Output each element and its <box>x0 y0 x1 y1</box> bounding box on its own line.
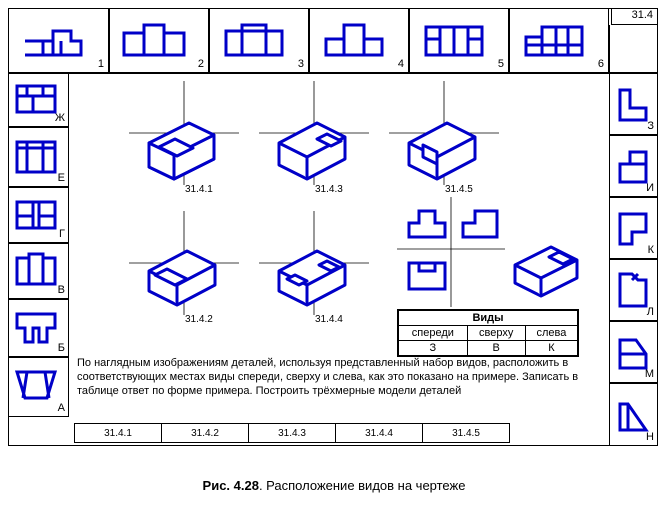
ans-h1: 31.4.1 <box>75 424 162 443</box>
right-letter-k: К <box>648 245 654 256</box>
views-title: Виды <box>399 311 578 326</box>
iso-2-icon <box>139 245 229 315</box>
iso-3-icon <box>269 117 359 187</box>
ans-h3: 31.4.3 <box>249 424 336 443</box>
left-shape-g-icon <box>13 194 61 234</box>
right-shape-n-icon <box>614 392 654 436</box>
left-letter-g: Г <box>59 229 65 240</box>
left-shape-zh-icon <box>13 78 61 118</box>
top-num-5: 5 <box>498 59 504 70</box>
task-text: По наглядным изображениям деталей, испол… <box>77 357 579 398</box>
answer-table: 31.4.1 31.4.2 31.4.3 31.4.4 31.4.5 <box>74 423 510 443</box>
iso-5-icon <box>399 117 489 187</box>
top-shape-4-icon <box>316 15 396 65</box>
left-letter-zh: Ж <box>55 113 65 124</box>
left-letter-b: Б <box>58 343 65 354</box>
iso-label-4: 31.4.4 <box>315 315 343 325</box>
views-h2: сверху <box>467 326 525 341</box>
iso-label-5: 31.4.5 <box>445 185 473 195</box>
views-h3: слева <box>525 326 577 341</box>
left-letter-a: А <box>58 403 65 414</box>
caption-rest: . Расположение видов на чертеже <box>259 478 466 493</box>
top-shape-5-icon <box>416 15 496 65</box>
left-shape-e-icon <box>13 134 61 178</box>
top-num-1: 1 <box>98 59 104 70</box>
badge: 31.4 <box>632 10 653 21</box>
right-letter-n: Н <box>646 432 654 443</box>
top-num-4: 4 <box>398 59 404 70</box>
top-num-3: 3 <box>298 59 304 70</box>
top-shape-1-icon <box>15 15 95 65</box>
left-shape-b-icon <box>13 306 61 348</box>
views-e1: З <box>399 341 468 356</box>
ans-h5: 31.4.5 <box>423 424 510 443</box>
iso-label-3: 31.4.3 <box>315 185 343 195</box>
top-shape-2-icon <box>116 15 196 65</box>
iso-4-icon <box>269 245 359 315</box>
example-top-icon <box>405 255 451 295</box>
views-e3: К <box>525 341 577 356</box>
left-letter-v: В <box>58 285 65 296</box>
iso-label-1: 31.4.1 <box>185 185 213 195</box>
example-front-icon <box>405 203 451 243</box>
views-h1: спереди <box>399 326 468 341</box>
iso-label-2: 31.4.2 <box>185 315 213 325</box>
left-shape-v-icon <box>13 250 61 290</box>
right-letter-z: З <box>647 121 654 132</box>
views-e2: В <box>467 341 525 356</box>
ans-h2: 31.4.2 <box>162 424 249 443</box>
ans-h4: 31.4.4 <box>336 424 423 443</box>
caption-strong: Рис. 4.28 <box>203 478 259 493</box>
left-shape-a-icon <box>13 364 61 408</box>
left-letter-e: Е <box>58 173 65 184</box>
top-shape-3-icon <box>216 15 296 65</box>
example-left-icon <box>459 203 505 243</box>
right-letter-m: М <box>645 369 654 380</box>
right-letter-i: И <box>646 183 654 194</box>
example-iso-icon <box>507 241 593 303</box>
right-letter-l: Л <box>647 307 654 318</box>
iso-1-icon <box>139 117 229 187</box>
top-num-6: 6 <box>598 59 604 70</box>
top-shape-6-icon <box>516 15 596 65</box>
figure-caption: Рис. 4.28. Расположение видов на чертеже <box>0 478 668 493</box>
top-num-2: 2 <box>198 59 204 70</box>
